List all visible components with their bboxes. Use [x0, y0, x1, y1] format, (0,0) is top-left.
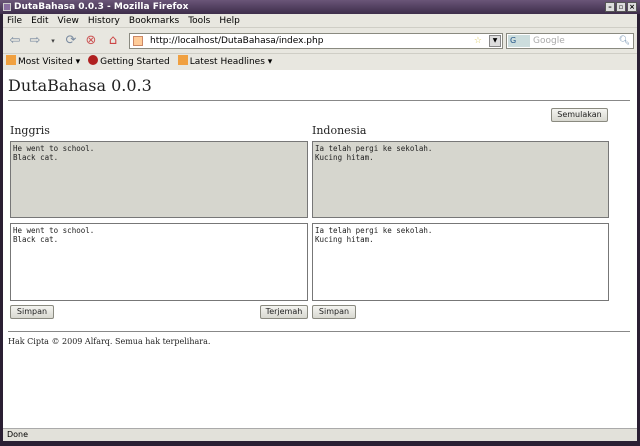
status-text: Done [7, 430, 29, 439]
url-text: http://localhost/DutaBahasa/index.php [150, 36, 324, 46]
menu-tools[interactable]: Tools [188, 14, 210, 27]
copyright-text: Hak Cipta © 2009 Alfarq. Semua hak terpe… [8, 337, 211, 346]
menu-bookmarks[interactable]: Bookmarks [129, 14, 179, 27]
left-edit-textarea[interactable]: He went to school. Black cat. [10, 223, 308, 301]
rss-icon [177, 55, 188, 65]
left-save-button[interactable]: Simpan [10, 305, 54, 319]
right-source-textarea[interactable]: Ia telah pergi ke sekolah. Kucing hitam. [312, 141, 609, 218]
close-window-button[interactable]: × [627, 2, 637, 12]
bookmarks-toolbar: Most Visited ▾ Getting Started Latest He… [3, 54, 637, 70]
search-box[interactable]: G Google 🔍︎ [506, 33, 634, 49]
window-titlebar: DutaBahasa 0.0.3 - Mozilla Firefox – ▫ × [0, 0, 640, 14]
search-icon[interactable]: 🔍︎ [619, 34, 630, 48]
window-title: DutaBahasa 0.0.3 - Mozilla Firefox [14, 2, 189, 12]
divider [8, 100, 630, 101]
status-bar: Done [3, 428, 637, 441]
right-heading: Indonesia [312, 124, 367, 137]
menu-help[interactable]: Help [219, 14, 240, 27]
right-save-button[interactable]: Simpan [312, 305, 356, 319]
page-title: DutaBahasa 0.0.3 [8, 76, 152, 95]
url-bar[interactable]: http://localhost/DutaBahasa/index.php ☆ … [129, 33, 503, 49]
menu-bar: File Edit View History Bookmarks Tools H… [3, 14, 637, 28]
footer-divider [8, 331, 630, 332]
favicon-icon [133, 36, 143, 46]
menu-edit[interactable]: Edit [31, 14, 48, 27]
bookmark-getting-started[interactable]: Getting Started [88, 54, 170, 70]
translate-button[interactable]: Terjemah [260, 305, 308, 319]
right-edit-textarea[interactable]: Ia telah pergi ke sekolah. Kucing hitam. [312, 223, 609, 301]
bookmark-latest-headlines[interactable]: Latest Headlines ▾ [177, 54, 272, 70]
menu-history[interactable]: History [88, 14, 120, 27]
bookmark-star-icon[interactable]: ☆ [474, 34, 482, 48]
left-heading: Inggris [10, 124, 50, 137]
firefox-icon [88, 55, 99, 65]
back-icon[interactable]: ⇦ [7, 33, 23, 49]
reload-icon[interactable]: ⟳ [63, 33, 79, 49]
folder-icon [6, 55, 16, 65]
menu-view[interactable]: View [58, 14, 79, 27]
minimize-button[interactable]: – [605, 2, 615, 12]
url-dropdown-icon[interactable]: ▼ [489, 35, 501, 47]
page-content: DutaBahasa 0.0.3 Semulakan Inggris Indon… [3, 70, 637, 428]
stop-icon[interactable]: ⊗ [83, 33, 99, 49]
reset-button[interactable]: Semulakan [551, 108, 608, 122]
search-engine-icon[interactable]: G [508, 35, 530, 47]
forward-icon[interactable]: ⇨ [27, 33, 43, 49]
menu-file[interactable]: File [7, 14, 22, 27]
navigation-toolbar: ⇦ ⇨ ▾ ⟳ ⊗ ⌂ http://localhost/DutaBahasa/… [3, 28, 637, 54]
history-dropdown-icon[interactable]: ▾ [45, 33, 61, 49]
search-placeholder: Google [533, 36, 565, 46]
app-icon [3, 3, 11, 11]
home-icon[interactable]: ⌂ [105, 33, 121, 49]
maximize-button[interactable]: ▫ [616, 2, 626, 12]
browser-chrome: File Edit View History Bookmarks Tools H… [3, 14, 637, 70]
bookmark-most-visited[interactable]: Most Visited ▾ [6, 54, 80, 70]
left-source-textarea[interactable]: He went to school. Black cat. [10, 141, 308, 218]
